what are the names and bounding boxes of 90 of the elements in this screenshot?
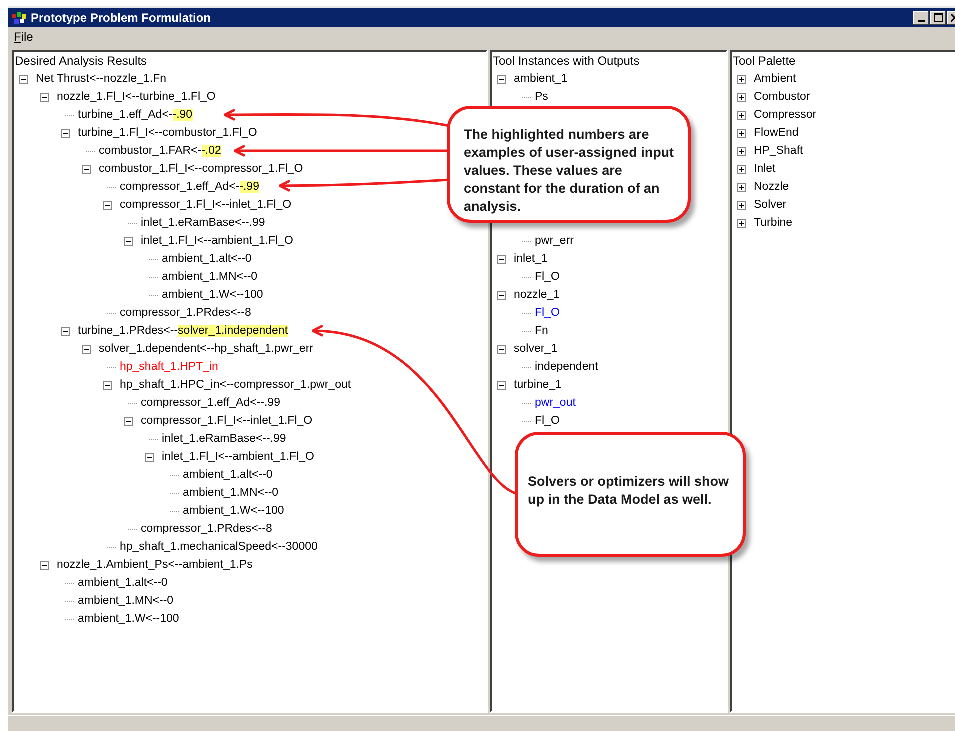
callout-text: Solvers or optimizers will show up in the Data Model as well. [515,432,746,557]
collapse-icon[interactable] [19,74,28,84]
tree-item[interactable]: ambient_1.MN<--0 [183,487,279,499]
collapse-icon[interactable] [103,380,112,390]
tree-item[interactable]: solver_1.dependent<--hp_shaft_1.pwr_err [99,343,314,355]
tree-item[interactable]: Ambient [754,73,796,85]
maximize-button[interactable] [930,10,946,24]
collapse-icon[interactable] [40,92,49,102]
tree-item[interactable]: Fn [535,325,548,337]
collapse-icon[interactable] [124,236,133,246]
collapse-icon[interactable] [82,344,91,354]
tree-item[interactable]: Fl_O [535,271,560,283]
tree-item[interactable]: compressor_1.PRdes<--8 [120,307,252,319]
tree-item[interactable]: Nozzle [754,181,790,193]
tree-item[interactable]: ambient_1.MN<--0 [162,271,258,283]
tree-item[interactable]: Fl_O [535,307,560,319]
collapse-icon[interactable] [82,164,91,174]
tree-item[interactable]: pwr_err [535,235,574,247]
tree-item[interactable]: turbine_1 [514,379,562,391]
tree-item[interactable]: Net Thrust<--nozzle_1.Fn [36,73,166,85]
panel-title: Tool Palette [732,53,797,70]
tree-item[interactable]: inlet_1.Fl_I<--ambient_1.Fl_O [141,235,294,247]
collapse-icon[interactable] [497,74,506,84]
tree-item[interactable]: hp_shaft_1.HPT_in [120,361,218,373]
tree-item[interactable]: compressor_1.PRdes<--8 [141,523,272,535]
tree-item[interactable]: pwr_out [535,397,576,409]
collapse-icon[interactable] [497,344,506,354]
tree-item[interactable]: FlowEnd [754,127,799,139]
tree-item[interactable]: nozzle_1.Ambient_Ps<--ambient_1.Ps [57,559,253,571]
expand-icon[interactable] [737,110,746,120]
tree-item[interactable]: inlet_1 [514,253,548,265]
tree-item[interactable]: ambient_1.alt<--0 [162,253,252,265]
tree-item[interactable]: ambient_1.alt<--0 [183,469,273,481]
tree-item[interactable]: hp_shaft_1.HPC_in<--compressor_1.pwr_out [120,379,352,391]
menu-item[interactable]: File [14,30,34,44]
tree-item[interactable]: nozzle_1.Fl_I<--turbine_1.Fl_O [57,91,216,103]
expand-icon[interactable] [737,164,746,174]
maximize-icon [934,13,942,22]
tree-item[interactable]: inlet_1.eRamBase<--.99 [141,217,266,229]
window-title: Prototype Problem Formulation [31,10,212,24]
collapse-icon[interactable] [103,200,112,210]
tree-item[interactable]: Turbine [754,217,793,229]
tree-item[interactable]: compressor_1.Fl_I<--inlet_1.Fl_O [120,199,292,211]
tree-item[interactable]: combustor_1.FAR<--.02 [99,145,222,157]
callout-text: The highlighted numbers are examples of user-assigned input values. These values are constant for the duration of an analysis. [447,106,691,223]
tree-item[interactable]: combustor_1.Fl_I<--compressor_1.Fl_O [99,163,304,175]
collapse-icon[interactable] [61,128,70,138]
tree-item[interactable]: hp_shaft_1.mechanicalSpeed<--30000 [120,541,318,553]
expand-icon[interactable] [737,218,746,228]
collapse-icon[interactable] [61,326,70,336]
tree-item[interactable]: ambient_1.MN<--0 [78,595,174,607]
expand-icon[interactable] [737,146,746,156]
collapse-icon[interactable] [497,290,506,300]
tree-item[interactable]: Compressor [754,109,817,121]
tree-item[interactable]: solver_1 [514,343,558,355]
expand-icon[interactable] [737,182,746,192]
panel-title: Desired Analysis Results [14,53,148,70]
collapse-icon[interactable] [145,452,154,462]
tree-item[interactable]: nozzle_1 [514,289,560,301]
tree-item[interactable]: inlet_1.eRamBase<--.99 [162,433,286,445]
tree-item[interactable]: HP_Shaft [754,145,804,157]
tree-item[interactable]: independent [535,361,598,373]
tree-item[interactable]: ambient_1.W<--100 [78,613,180,625]
collapse-icon[interactable] [497,254,506,264]
tree-item[interactable]: compressor_1.eff_Ad<--.99 [120,181,260,193]
tree-item[interactable]: ambient_1.W<--100 [183,505,284,517]
collapse-icon[interactable] [124,416,133,426]
collapse-icon[interactable] [40,560,49,570]
tree-item[interactable]: Fl_O [535,415,560,427]
expand-icon[interactable] [737,128,746,138]
expand-icon[interactable] [737,200,746,210]
tree-item[interactable]: inlet_1.Fl_I<--ambient_1.Fl_O [162,451,314,463]
expand-icon[interactable] [737,92,746,102]
tree-item[interactable]: ambient_1.alt<--0 [78,577,168,589]
tree-item[interactable]: Ps [535,91,548,103]
collapse-icon[interactable] [497,380,506,390]
tree-item[interactable]: turbine_1.Fl_I<--combustor_1.Fl_O [78,127,258,139]
tree-item[interactable]: Combustor [754,91,810,103]
tree-item[interactable]: Inlet [754,163,776,175]
tree-item[interactable]: ambient_1.W<--100 [162,289,264,301]
tree-item[interactable]: compressor_1.eff_Ad<--.99 [141,397,280,409]
minimize-button[interactable] [913,10,929,24]
tree-item[interactable]: ambient_1 [514,73,568,85]
expand-icon[interactable] [737,74,746,84]
tree-item[interactable]: compressor_1.Fl_I<--inlet_1.Fl_O [141,415,313,427]
app-icon [12,12,26,24]
tree-item[interactable]: turbine_1.eff_Ad<--.90 [78,109,193,121]
panel-title: Tool Instances with Outputs [492,53,641,70]
minimize-icon [918,20,924,22]
tree-item[interactable]: Solver [754,199,787,211]
